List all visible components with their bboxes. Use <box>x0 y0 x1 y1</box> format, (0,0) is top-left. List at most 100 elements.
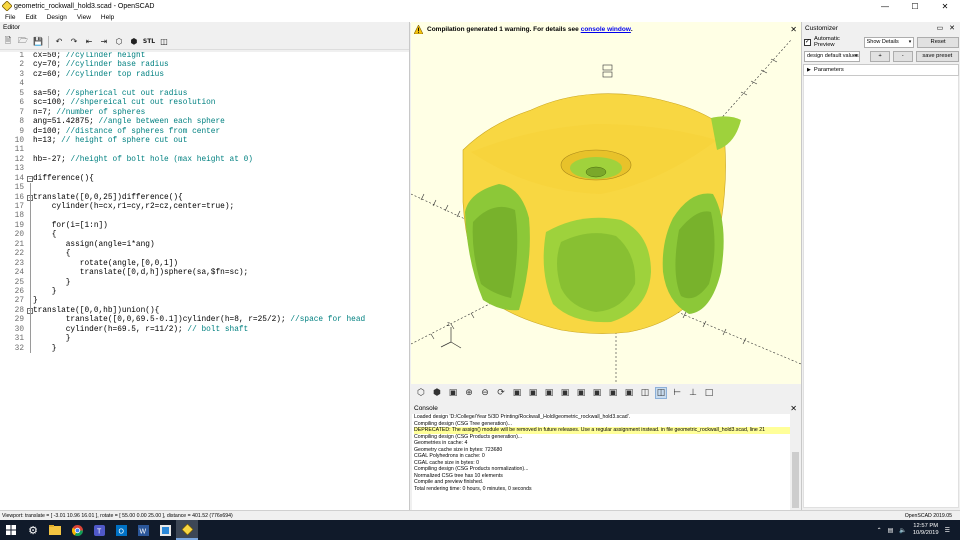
reset-view-icon[interactable]: ⟳ <box>495 387 507 399</box>
code-editor[interactable]: 1 cx=50; //cylinder height 2 cy=70; //cylin… <box>0 52 409 510</box>
menu-view[interactable]: View <box>72 14 96 21</box>
open-file-icon[interactable]: 🗁 <box>18 36 28 47</box>
preview-icon[interactable]: ⬡ <box>114 37 124 47</box>
code-line[interactable]: 30 cylinder(h=69.5, r=11/2); // bolt sha… <box>0 326 409 335</box>
code-line[interactable]: 5 sa=50; //spherical cut out radius <box>0 90 409 99</box>
tray-chevron-icon[interactable]: ⌃ <box>877 527 882 534</box>
code-line[interactable]: 6 sc=100; //shpereical cut out resolution <box>0 99 409 108</box>
code-line[interactable]: 16−translate([0,0,25])difference(){ <box>0 194 409 203</box>
zoom-in-icon[interactable]: ⊕ <box>463 387 475 399</box>
code-line[interactable]: 28−translate([0,0,hb])union(){ <box>0 307 409 316</box>
code-line[interactable]: 21 assign(angle=i*ang) <box>0 241 409 250</box>
view-center-icon[interactable]: ▣ <box>623 387 635 399</box>
teams-icon[interactable]: T <box>88 520 110 540</box>
console-window-link[interactable]: console window <box>581 26 631 33</box>
close-icon[interactable]: ✕ <box>930 2 960 11</box>
save-icon[interactable]: 💾 <box>33 37 43 47</box>
code-line[interactable]: 23 rotate(angle,[0,0,1]) <box>0 260 409 269</box>
view-left-icon[interactable]: ▣ <box>559 387 571 399</box>
openscad-icon[interactable] <box>176 520 198 540</box>
code-line[interactable]: 24 translate([0,d,h])sphere(sa,$fn=sc); <box>0 269 409 278</box>
code-line[interactable]: 31 } <box>0 335 409 344</box>
render-icon[interactable]: ⬢ <box>129 37 139 47</box>
orthogonal-icon[interactable]: ◫ <box>655 387 667 399</box>
code-line[interactable]: 18 <box>0 212 409 221</box>
reset-button[interactable]: Reset <box>917 36 959 48</box>
panel-float-close-icon[interactable]: ▭ ✕ <box>937 24 957 32</box>
menu-file[interactable]: File <box>0 14 20 21</box>
code-line[interactable]: 19 for(i=[1:n]) <box>0 222 409 231</box>
view-right-icon[interactable]: ▣ <box>511 387 523 399</box>
code-line[interactable]: 11 <box>0 146 409 155</box>
code-line[interactable]: 7 n=7; //number of spheres <box>0 109 409 118</box>
view-back-icon[interactable]: ▣ <box>591 387 603 399</box>
network-icon[interactable]: ▤ <box>888 527 894 534</box>
code-line[interactable]: 17 cylinder(h=cx,r1=cy,r2=cz,center=true… <box>0 203 409 212</box>
3d-viewport[interactable]: z Compilation generated 1 warning. For d… <box>411 22 801 384</box>
code-line[interactable]: 1 cx=50; //cylinder height <box>0 52 409 61</box>
automatic-preview-checkbox[interactable]: ✓ <box>804 38 811 46</box>
volume-icon[interactable]: 🔈 <box>899 527 906 534</box>
details-select[interactable]: Show Details ▾ <box>863 36 915 48</box>
view-front-icon[interactable]: ▣ <box>575 387 587 399</box>
remove-preset-button[interactable]: - <box>892 50 913 62</box>
outlook-icon[interactable]: O <box>110 520 132 540</box>
chrome-icon[interactable] <box>66 520 88 540</box>
menu-help[interactable]: Help <box>96 14 119 21</box>
parameters-section[interactable]: ▶ Parameters <box>803 64 959 76</box>
code-line[interactable]: 22 { <box>0 250 409 259</box>
show-axes-icon[interactable]: ⊢ <box>671 387 683 399</box>
code-line[interactable]: 3 cz=60; //cylinder top radius <box>0 71 409 80</box>
export-stl-icon[interactable]: STL <box>143 37 155 47</box>
code-line[interactable]: 10 h=13; // height of sphere cut out <box>0 137 409 146</box>
send-to-print-icon[interactable]: ◫ <box>159 37 169 47</box>
code-line[interactable]: 9 d=100; //distance of spheres from cente… <box>0 128 409 137</box>
code-line[interactable]: 4 <box>0 80 409 89</box>
settings-icon[interactable]: ⚙ <box>22 520 44 540</box>
undo-icon[interactable]: ↶ <box>54 37 64 47</box>
code-line[interactable]: 8 ang=51.42875; //angle between each sphe… <box>0 118 409 127</box>
show-edges-icon[interactable]: □ <box>703 387 715 399</box>
preset-select[interactable]: design default values ▾ <box>804 50 861 62</box>
code-line[interactable]: 27} <box>0 297 409 306</box>
menu-edit[interactable]: Edit <box>20 14 41 21</box>
minimize-icon[interactable]: — <box>870 2 900 11</box>
console-scrollbar[interactable] <box>791 414 800 510</box>
code-line[interactable]: 29 translate([0,0,69.5-0.1])cylinder(h=8… <box>0 316 409 325</box>
code-line[interactable]: 25 } <box>0 279 409 288</box>
view-diagonal-icon[interactable]: ▣ <box>607 387 619 399</box>
view-bottom-icon[interactable]: ▣ <box>543 387 555 399</box>
redo-icon[interactable]: ↷ <box>69 37 79 47</box>
menu-design[interactable]: Design <box>42 14 72 21</box>
maximize-icon[interactable]: ☐ <box>900 2 930 11</box>
word-icon[interactable]: W <box>132 520 154 540</box>
unindent-icon[interactable]: ⇤ <box>84 37 94 47</box>
close-console-icon[interactable]: ✕ <box>790 404 797 413</box>
code-line[interactable]: 14− difference(){ <box>0 175 409 184</box>
code-line[interactable]: 20 { <box>0 231 409 240</box>
code-line[interactable]: 26 } <box>0 288 409 297</box>
notifications-icon[interactable]: ☰ <box>945 527 950 534</box>
preview-icon[interactable]: ⬡ <box>415 387 427 399</box>
console-output[interactable]: Loaded design 'D:/College/Year 5/3D Prin… <box>412 414 790 510</box>
code-line[interactable]: 12 hb=-27; //height of bolt hole (max hei… <box>0 156 409 165</box>
code-line[interactable]: 2 cy=70; //cylinder base radius <box>0 61 409 70</box>
view-top-icon[interactable]: ▣ <box>527 387 539 399</box>
save-preset-button[interactable]: save preset <box>915 50 959 62</box>
add-preset-button[interactable]: + <box>870 50 890 62</box>
code-line[interactable]: 13 <box>0 165 409 174</box>
indent-icon[interactable]: ⇥ <box>99 37 109 47</box>
show-scale-icon[interactable]: ⊥ <box>687 387 699 399</box>
render-icon[interactable]: ⬢ <box>431 387 443 399</box>
code-line[interactable]: 15 <box>0 184 409 193</box>
windows-start-icon[interactable] <box>0 520 22 540</box>
zoom-out-icon[interactable]: ⊖ <box>479 387 491 399</box>
close-warning-icon[interactable]: ✕ <box>790 25 797 34</box>
perspective-icon[interactable]: ◫ <box>639 387 651 399</box>
code-line[interactable]: 32 } <box>0 345 409 354</box>
clock[interactable]: 12:57 PM 10/9/2019 <box>913 523 939 537</box>
new-file-icon[interactable]: 🗎 <box>3 36 13 47</box>
files-icon[interactable] <box>154 520 176 540</box>
zoom-all-icon[interactable]: ▣ <box>447 387 459 399</box>
file-explorer-icon[interactable] <box>44 520 66 540</box>
